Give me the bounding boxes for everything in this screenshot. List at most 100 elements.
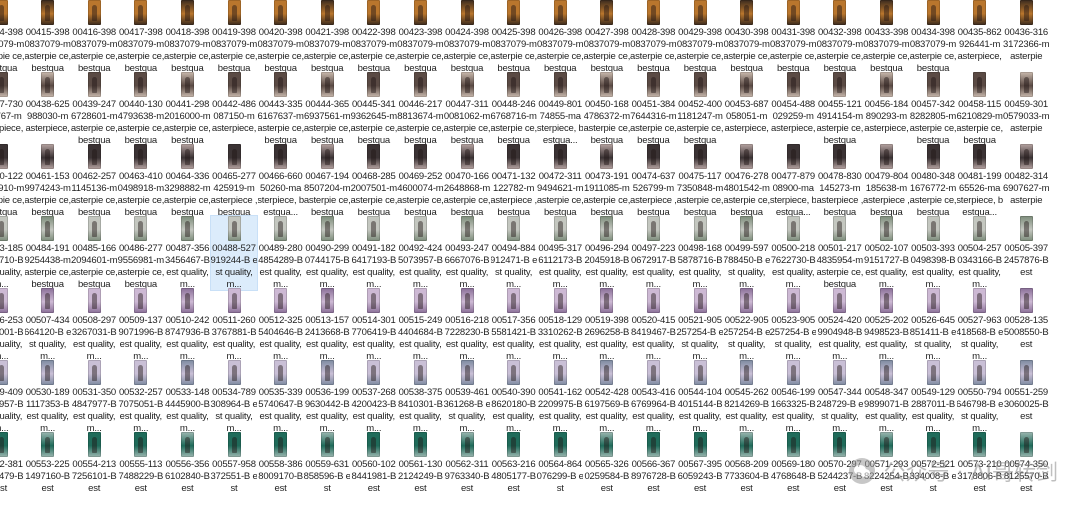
file-item[interactable]: 00417-398 0837079-masterpie ce,bestqua xyxy=(118,0,164,74)
file-item[interactable]: 00423-398 0837079-masterpie ce,bestqua xyxy=(397,0,443,74)
file-item[interactable]: 00514-301 7706419-Best quality,m... xyxy=(351,288,397,362)
file-item[interactable]: 00552-381 2043479-Best xyxy=(0,432,24,506)
file-item[interactable]: 00502-107 9151727-Best quality,m... xyxy=(863,216,909,290)
file-item[interactable]: 00437-730 745767-m asterpiece, xyxy=(0,72,24,146)
file-item[interactable]: 00510-242 8747936-Best quality,m... xyxy=(164,288,210,362)
file-item[interactable]: 00421-398 0837079-masterpie ce,bestqua xyxy=(304,0,350,74)
file-item[interactable]: 00449-801 74855-ma sterpiece, bestqua... xyxy=(537,72,583,146)
file-item[interactable]: 00462-257 1145136-masterpie ce,bestqua xyxy=(71,144,117,218)
file-item[interactable]: 00426-398 0837079-masterpie ce,bestqua xyxy=(537,0,583,74)
file-item[interactable]: 00538-375 8410301-Best quality,m... xyxy=(397,360,443,434)
file-item[interactable]: 00444-365 6937561-masterpie ce,bestqua xyxy=(304,72,350,146)
file-item[interactable]: 00443-335 6167637-masterpie ce,bestqua xyxy=(258,72,304,146)
file-item[interactable]: 00429-398 0837079-masterpie ce,bestqua xyxy=(677,0,723,74)
file-item[interactable]: 00469-252 4600074-masterpie ce,bestqua xyxy=(397,144,443,218)
file-item[interactable]: 00487-356 3456467-Best quality,m... xyxy=(164,216,210,290)
file-item[interactable]: 00558-386 8009170-Best xyxy=(258,432,304,506)
file-item[interactable]: 00535-339 5740647-Best quality,m... xyxy=(258,360,304,434)
file-item[interactable]: 00570-297 5244237-Best xyxy=(817,432,863,506)
file-item[interactable]: 00551-259 3060025-Best xyxy=(1003,360,1049,434)
file-item[interactable]: 00436-316 3172366-masterpie xyxy=(1003,0,1049,74)
file-item[interactable]: 00431-398 0837079-masterpie ce,bestqua xyxy=(770,0,816,74)
file-item[interactable]: 00532-257 7075051-Best quality,m... xyxy=(118,360,164,434)
file-item[interactable]: 00550-794 646798-B est quality,m... xyxy=(957,360,1003,434)
file-item[interactable]: 00428-398 0837079-masterpie ce,bestqua xyxy=(630,0,676,74)
file-item[interactable]: 00420-398 0837079-masterpie ce,bestqua xyxy=(258,0,304,74)
file-item[interactable]: 00422-398 0837079-masterpie ce,bestqua xyxy=(351,0,397,74)
file-item[interactable]: 00456-184 890293-m asterpiece, xyxy=(863,72,909,146)
file-item[interactable]: 00466-660 50260-ma sterpiece, bestqua... xyxy=(258,144,304,218)
file-item[interactable]: 00455-121 4914154-masterpie ce,bestqua xyxy=(817,72,863,146)
file-item[interactable]: 00430-398 0837079-masterpie ce,bestqua xyxy=(724,0,770,74)
file-item[interactable]: 00494-884 912471-B est quality,m... xyxy=(491,216,537,290)
file-item[interactable]: 00433-398 0837079-masterpie ce,bestqua xyxy=(863,0,909,74)
file-item[interactable]: 00524-420 9904948-Best quality,m... xyxy=(817,288,863,362)
file-item[interactable]: 00544-104 4015144-Best quality,m... xyxy=(677,360,723,434)
file-item[interactable]: 00468-285 2007501-masterpie ce,bestqua xyxy=(351,144,397,218)
file-item[interactable]: 00549-129 2887011-Best quality,m... xyxy=(910,360,956,434)
file-item[interactable]: 00516-218 7228230-Best quality,m... xyxy=(444,288,490,362)
file-item[interactable]: 00559-631 858596-B est xyxy=(304,432,350,506)
file-item[interactable]: 00451-384 7644316-masterpie ce,bestqua xyxy=(630,72,676,146)
file-item[interactable]: 00414-398 0837079-masterpie ce,bestqua xyxy=(0,0,24,74)
file-item[interactable]: 00464-336 3298882-masterpie ce,bestqua xyxy=(164,144,210,218)
file-item[interactable]: 00541-162 2209975-Best quality,m... xyxy=(537,360,583,434)
file-item[interactable]: 00553-225 1497160-Best xyxy=(25,432,71,506)
file-item[interactable]: 00424-398 0837079-masterpie ce,bestqua xyxy=(444,0,490,74)
file-item[interactable]: 00419-398 0837079-masterpie ce,bestqua xyxy=(211,0,257,74)
file-item[interactable]: 00450-168 4786372-masterpie ce,bestqua xyxy=(584,72,630,146)
file-item[interactable]: 00485-166 2094601-masterpie ce,bestqua xyxy=(71,216,117,290)
file-item[interactable]: 00557-958 372551-B est xyxy=(211,432,257,506)
file-item[interactable]: 00415-398 0837079-masterpie ce,bestqua xyxy=(25,0,71,74)
file-item[interactable]: 00446-217 8813674-masterpie ce,bestqua xyxy=(397,72,443,146)
file-item[interactable]: 00542-428 6197569-Best quality,m... xyxy=(584,360,630,434)
file-item[interactable]: 00523-905 257254-B est quality,m... xyxy=(770,288,816,362)
file-item[interactable]: 00442-486 087150-m asterpiece, xyxy=(211,72,257,146)
file-item[interactable]: 00490-299 0744175-Best quality,m... xyxy=(304,216,350,290)
file-item[interactable]: 00508-297 3267031-Best quality,m... xyxy=(71,288,117,362)
file-item[interactable]: 00482-314 6907627-masterpie xyxy=(1003,144,1049,218)
file-item[interactable]: 00465-277 425919-m asterpiece ,bestqua xyxy=(211,144,257,218)
file-item[interactable]: 00473-191 1911085-masterpie ce,bestqua xyxy=(584,144,630,218)
file-item[interactable]: 00543-416 6769964-Best quality,m... xyxy=(630,360,676,434)
file-item[interactable]: 00478-830 145273-m asterpiece ,bestqua xyxy=(817,144,863,218)
file-item[interactable]: 00483-185 0199710-Best quality,m... xyxy=(0,216,24,290)
file-item[interactable]: 00529-409 4308957-Best quality,m... xyxy=(0,360,24,434)
file-item[interactable]: 00480-348 1676772-masterpie ce,bestqua xyxy=(910,144,956,218)
file-item[interactable]: 00501-217 4835954-masterpie ce,bestqua xyxy=(817,216,863,290)
file-item[interactable]: 00531-350 4847977-Best quality,m... xyxy=(71,360,117,434)
file-item[interactable]: 00453-687 058051-m asterpiece, xyxy=(724,72,770,146)
file-item[interactable]: 00441-298 2016000-masterpie ce,bestqua xyxy=(164,72,210,146)
file-item[interactable]: 00489-280 4854289-Best quality,m... xyxy=(258,216,304,290)
file-item[interactable]: 00440-130 4793638-masterpie ce,bestqua xyxy=(118,72,164,146)
file-item[interactable]: 00447-311 0081062-masterpie ce,bestqua xyxy=(444,72,490,146)
file-item[interactable]: 00457-342 8282805-masterpie ce,bestqua xyxy=(910,72,956,146)
file-item[interactable]: 00547-344 248729-B est quality,m... xyxy=(817,360,863,434)
file-item[interactable]: 00521-905 257254-B est quality,m... xyxy=(677,288,723,362)
file-item[interactable]: 00561-130 2124249-Best xyxy=(397,432,443,506)
file-item[interactable]: 00571-293 8224254-Best xyxy=(863,432,909,506)
file-item[interactable]: 00509-137 9071996-Best quality,m... xyxy=(118,288,164,362)
file-item[interactable]: 00539-461 361268-B est quality,m... xyxy=(444,360,490,434)
file-item[interactable]: 00520-415 8419467-Best quality,m... xyxy=(630,288,676,362)
file-item[interactable]: 00470-166 2648868-masterpie ce,bestqua xyxy=(444,144,490,218)
file-item[interactable]: 00499-597 788450-B est quality,m... xyxy=(724,216,770,290)
file-item[interactable]: 00562-311 9763340-Best xyxy=(444,432,490,506)
file-item[interactable]: 00511-260 3767881-B est quality,m... xyxy=(211,288,257,362)
file-item[interactable]: 00458-115 6210829-masterpie ce,bestqua xyxy=(957,72,1003,146)
file-item[interactable]: 00534-789 308964-B est quality,m... xyxy=(211,360,257,434)
file-item[interactable]: 00460-122 1749910-masterpie ce,bestqua xyxy=(0,144,24,218)
file-item[interactable]: 00498-168 5878716-Best quality,m... xyxy=(677,216,723,290)
file-item[interactable]: 00540-390 8620180-Best quality,m... xyxy=(491,360,537,434)
file-item[interactable]: 00555-113 7488229-Best xyxy=(118,432,164,506)
file-item[interactable]: 00459-301 0579033-masterpie xyxy=(1003,72,1049,146)
file-item[interactable]: 00461-153 9974243-masterpie ce,bestqua xyxy=(25,144,71,218)
file-item[interactable]: 00467-194 8507204-masterpie ce,bestqua xyxy=(304,144,350,218)
file-item[interactable]: 00568-209 7733604-Best xyxy=(724,432,770,506)
file-item[interactable]: 00471-132 122782-m asterpiece ,bestqua xyxy=(491,144,537,218)
file-item[interactable]: 00493-247 6667076-Best quality,m... xyxy=(444,216,490,290)
file-item[interactable]: 00439-247 6728601-masterpie ce,bestqua xyxy=(71,72,117,146)
file-item[interactable]: 00518-129 3310262-Best quality,m... xyxy=(537,288,583,362)
file-item[interactable]: 00512-325 5404646-Best quality,m... xyxy=(258,288,304,362)
file-item[interactable]: 00504-257 0343166-Best quality,m... xyxy=(957,216,1003,290)
